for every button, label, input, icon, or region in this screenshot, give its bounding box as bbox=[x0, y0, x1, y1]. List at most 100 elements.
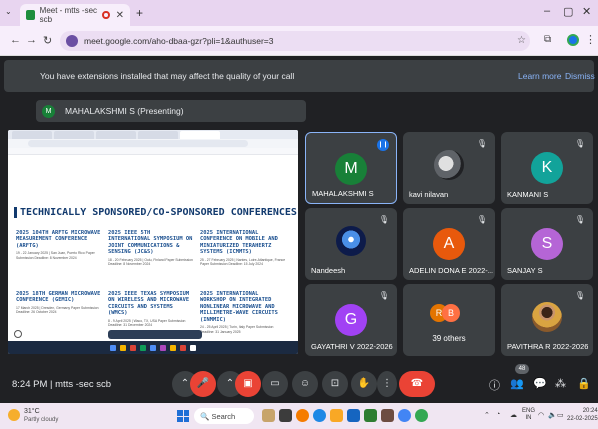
conference-details: 8 - 9 April 2025 | Waco, TX, USA Paper S… bbox=[108, 318, 186, 328]
conference-title: 2025 IEEE TEXAS SYMPOSIUM ON WIRELESS AN… bbox=[108, 291, 190, 317]
close-tab-icon[interactable]: ✕ bbox=[116, 10, 124, 21]
extensions-icon[interactable]: ⧉ bbox=[544, 34, 551, 45]
conference-details: 25 - 27 February 2025 | Nantes, Loire-At… bbox=[200, 257, 286, 267]
dismiss-button[interactable]: Dismiss bbox=[565, 71, 595, 81]
language-indicator[interactable]: ENG IN bbox=[522, 408, 535, 422]
minimize-button[interactable]: – bbox=[544, 5, 550, 17]
participant-photo bbox=[434, 150, 464, 180]
widget-icon[interactable] bbox=[262, 409, 275, 422]
captions-button[interactable]: ▭ bbox=[262, 371, 288, 397]
participant-name: ADELIN DONA E 2022-... bbox=[409, 266, 493, 275]
participant-tile[interactable]: A 🎙 ADELIN DONA E 2022-... bbox=[403, 208, 495, 280]
emoji-reactions-button[interactable]: ☺ bbox=[292, 371, 318, 397]
participant-tile[interactable]: G 🎙 GAYATHRI V 2022-2026 bbox=[305, 284, 397, 356]
muted-mic-icon: 🎙 bbox=[476, 215, 487, 224]
host-controls-icon[interactable]: 🔒 bbox=[577, 377, 591, 390]
learn-more-link[interactable]: Learn more bbox=[518, 71, 561, 81]
participant-tile[interactable]: 🎙 Nandeesh bbox=[305, 208, 397, 280]
cloud-icon[interactable]: ☁ bbox=[510, 411, 517, 419]
taskbar-search[interactable]: 🔍 Search bbox=[194, 408, 254, 424]
app-icon[interactable] bbox=[313, 409, 326, 422]
taskbar-clock[interactable]: 20:24 22-02-2025 bbox=[567, 407, 598, 423]
participant-tile[interactable]: M ❙❙ MAHALAKSHMI S bbox=[305, 132, 397, 204]
browser-tabstrip: ⌄ Meet - mtts -sec scb ✕ + – ▢ ✕ bbox=[0, 0, 598, 26]
shared-browser-address bbox=[8, 139, 298, 148]
raise-hand-button[interactable]: ✋ bbox=[351, 371, 377, 397]
meet-control-bar: 8:24 PM | mtts -sec scb ⌃ 🎤 ⌃ ▣ ▭ ☺ ⊡ ✋ … bbox=[0, 360, 598, 403]
conference-title: 2025 IEEE 5TH INTERNATIONAL SYMPOSIUM ON… bbox=[108, 230, 193, 256]
screen-frame: ⌄ Meet - mtts -sec scb ✕ + – ▢ ✕ ← → ↻ m… bbox=[0, 0, 598, 429]
presenting-text: MAHALAKSHMI S (Presenting) bbox=[65, 106, 184, 116]
participant-tile[interactable]: 🎙 kavi nilavan bbox=[403, 132, 495, 204]
weather-sun-icon bbox=[8, 409, 20, 421]
shared-taskbar bbox=[8, 341, 298, 354]
volume-icon[interactable]: 🔈 bbox=[548, 411, 557, 419]
clock-time: 20:24 bbox=[582, 408, 598, 414]
app-icon[interactable] bbox=[347, 409, 360, 422]
taskbar-search-label: Search bbox=[211, 411, 236, 421]
participant-avatar: A bbox=[433, 228, 465, 260]
file-explorer-icon[interactable] bbox=[330, 409, 343, 422]
windows-start-icon[interactable] bbox=[177, 410, 189, 422]
site-info-icon[interactable] bbox=[66, 35, 78, 47]
conference-card: 2025 IEEE TEXAS SYMPOSIUM ON WIRELESS AN… bbox=[108, 291, 194, 328]
close-window-button[interactable]: ✕ bbox=[582, 5, 591, 18]
meeting-time: 8:24 PM bbox=[12, 379, 48, 390]
task-view-icon[interactable] bbox=[279, 409, 292, 422]
others-avatars: RB bbox=[430, 300, 470, 326]
conference-title: 2025 18TH GERMAN MICROWAVE CONFERENCE (G… bbox=[16, 291, 101, 304]
chrome-icon[interactable] bbox=[398, 409, 411, 422]
browser-toolbar: ← → ↻ meet.google.com/aho-dbaa-gzr?pli=1… bbox=[0, 26, 598, 56]
reload-button[interactable]: ↻ bbox=[43, 34, 52, 47]
people-count-badge: 48 bbox=[515, 364, 529, 374]
separator: | bbox=[50, 379, 53, 390]
bookmark-star-icon[interactable]: ☆ bbox=[517, 35, 526, 46]
browser-tab-meet[interactable]: Meet - mtts -sec scb ✕ bbox=[20, 4, 130, 26]
forward-button[interactable]: → bbox=[26, 34, 37, 46]
new-tab-button[interactable]: + bbox=[136, 6, 143, 20]
tray-overflow-icon[interactable]: ⌃ bbox=[484, 411, 490, 419]
weather-condition: Partly cloudy bbox=[24, 417, 59, 423]
conference-title: 2025 INTERNATIONAL CONFERENCE ON MOBILE … bbox=[200, 230, 278, 256]
browser-menu-icon[interactable]: ⋮ bbox=[585, 33, 596, 46]
shared-screen: TECHNICALLY SPONSORED/CO-SPONSORED CONFE… bbox=[8, 130, 298, 354]
participant-tile[interactable]: 🎙 PAVITHRA R 2022-2026 bbox=[501, 284, 593, 356]
wifi-icon[interactable]: ◠ bbox=[538, 411, 544, 419]
mic-off-button[interactable]: 🎤 bbox=[190, 371, 216, 397]
camera-off-button[interactable]: ▣ bbox=[235, 371, 261, 397]
language-code: ENG bbox=[522, 408, 536, 414]
meet-favicon bbox=[26, 10, 35, 20]
conference-card: 2025 104TH ARFTG MICROWAVE MEASUREMENT C… bbox=[16, 230, 102, 260]
app-icon[interactable] bbox=[415, 409, 428, 422]
app-icon[interactable] bbox=[381, 409, 394, 422]
conference-details: 18 - 20 February 2025 | Oulu, Finland Pa… bbox=[108, 257, 193, 267]
participant-tile[interactable]: S 🎙 SANJAY S bbox=[501, 208, 593, 280]
people-icon[interactable]: 👥 bbox=[510, 377, 524, 390]
participant-tile[interactable]: R B 39 others bbox=[403, 284, 495, 356]
muted-mic-icon: 🎙 bbox=[378, 291, 389, 300]
profile-avatar[interactable] bbox=[567, 34, 579, 46]
app-icon[interactable] bbox=[296, 409, 309, 422]
end-call-button[interactable]: ☎ bbox=[399, 371, 435, 397]
present-screen-button[interactable]: ⊡ bbox=[322, 371, 348, 397]
activities-icon[interactable]: ⁂ bbox=[555, 377, 566, 390]
conferences-heading: TECHNICALLY SPONSORED/CO-SPONSORED CONFE… bbox=[14, 207, 297, 218]
maximize-button[interactable]: ▢ bbox=[563, 5, 573, 18]
presenting-label: M MAHALAKSHMI S (Presenting) bbox=[36, 100, 306, 122]
meeting-info-icon[interactable]: ⓘ bbox=[489, 377, 500, 393]
chat-icon[interactable]: 💬 bbox=[533, 377, 547, 390]
tab-search-icon[interactable]: ⌄ bbox=[5, 7, 12, 16]
back-button[interactable]: ← bbox=[10, 34, 21, 46]
region-code: IN bbox=[525, 415, 532, 421]
muted-mic-icon: 🎙 bbox=[476, 139, 487, 148]
presenter-avatar: M bbox=[42, 104, 55, 118]
participant-name: SANJAY S bbox=[507, 266, 543, 275]
participant-tile[interactable]: K 🎙 KANMANI S bbox=[501, 132, 593, 204]
tray-app-icon[interactable]: ◔ bbox=[496, 411, 500, 418]
address-bar[interactable]: meet.google.com/aho-dbaa-gzr?pli=1&authu… bbox=[60, 31, 530, 51]
battery-icon[interactable]: ▭ bbox=[557, 411, 564, 419]
more-options-button[interactable]: ⋮ bbox=[377, 371, 397, 397]
conference-title: 2025 INTERNATIONAL WORKSHOP ON INTEGRATE… bbox=[200, 291, 278, 323]
app-icon[interactable] bbox=[364, 409, 377, 422]
participant-avatar: S bbox=[531, 228, 563, 260]
